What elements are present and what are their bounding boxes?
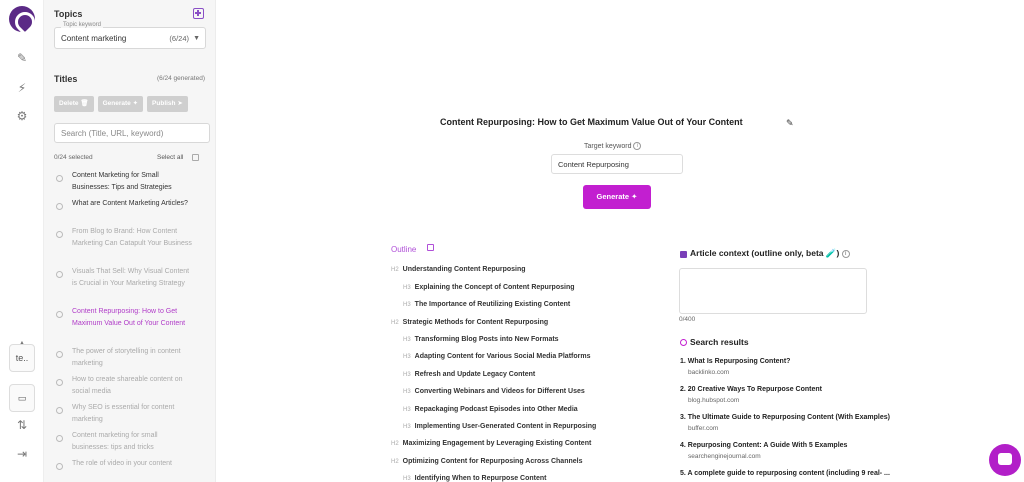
item-checkbox[interactable] [56,311,63,318]
lightning-icon[interactable]: ⚡ [14,80,30,96]
titles-search-input[interactable]: Search (Title, URL, keyword) [54,123,210,143]
topic-keyword-value: Content marketing [61,34,127,43]
target-keyword-input[interactable]: Content Repurposing [551,154,683,174]
titles-heading: Titles [54,74,78,84]
info-icon: i [841,249,850,258]
card-icon[interactable]: ▭ [9,384,35,412]
outline-item[interactable]: H2 Strategic Methods for Content Repurpos… [391,319,548,326]
logout-icon[interactable]: ⇥ [14,446,30,462]
item-checkbox[interactable] [56,435,63,442]
wand-icon: ✦ [132,100,139,107]
outline-list-icon[interactable] [427,244,434,251]
outline-item[interactable]: H3 The Importance of Reutilizing Existing… [403,301,570,308]
outline-item[interactable]: H2 Understanding Content Repurposing [391,266,526,273]
item-checkbox[interactable] [56,407,63,414]
context-char-count: 0/400 [679,316,696,323]
generate-button[interactable]: Generate ✦ [583,185,651,209]
context-icon [680,251,687,258]
article-context-heading: Article context (outline only, beta 🧪) i [690,248,850,259]
search-result-item[interactable]: 3. The Ultimate Guide to Repurposing Con… [680,414,920,432]
topic-keyword-label: Topic keyword [61,22,104,28]
outline-item[interactable]: H3 Explaining the Concept of Content Repu… [403,284,575,291]
magic-wand-icon: ✦ [631,192,638,201]
search-results-heading: Search results [690,337,749,347]
select-all-label[interactable]: Select all [157,154,183,161]
outline-item[interactable]: H2 Maximizing Engagement by Leveraging Ex… [391,440,591,447]
add-topic-icon[interactable] [193,8,204,19]
app-logo[interactable] [9,6,35,32]
edit-pencil-icon[interactable]: ✎ [786,118,794,129]
outline-item[interactable]: H3 Adapting Content for Various Social Me… [403,353,590,360]
search-result-item[interactable]: 2. 20 Creative Ways To Repurpose Content… [680,386,920,404]
chevron-down-icon: ▼ [193,35,200,42]
search-result-item[interactable]: 1. What Is Repurposing Content? backlinko… [680,358,920,376]
item-checkbox[interactable] [56,175,63,182]
outline-item[interactable]: H3 Implementing User-Generated Content in… [403,423,596,430]
outline-item[interactable]: H3 Refresh and Update Legacy Content [403,371,535,378]
topics-sidebar: Topics Topic keyword Content marketing (… [44,0,216,482]
titles-generated-count: (6/24 generated) [156,75,205,82]
delete-button[interactable]: Delete 🗑 [54,96,94,112]
article-context-textarea[interactable] [679,268,867,314]
outline-item[interactable]: H3 Converting Webinars and Videos for Dif… [403,388,585,395]
settings-icon[interactable]: ⚙ [14,108,30,124]
item-checkbox[interactable] [56,231,63,238]
outline-item[interactable]: H3 Repackaging Podcast Episodes into Othe… [403,406,578,413]
chat-support-button[interactable] [989,444,1021,476]
app-root: ✎ ⚡ ⚙ ▲ te.. ▭ ⇅ ⇥ Topics Topic keyword … [0,0,1024,482]
article-title: Content Repurposing: How to Get Maximum … [440,117,743,127]
selected-count: 0/24 selected [54,154,93,161]
trash-icon: 🗑 [80,100,89,107]
search-result-item[interactable]: 5. A complete guide to repurposing conte… [680,470,920,477]
item-checkbox[interactable] [56,203,63,210]
outline-item[interactable]: H3 Transforming Blog Posts into New Forma… [403,336,559,343]
sort-icon[interactable]: ⇅ [14,417,30,433]
search-result-item[interactable]: 4. Repurposing Content: A Guide With 5 E… [680,442,920,460]
generate-titles-button[interactable]: Generate ✦ [97,96,144,112]
info-icon: i [633,142,642,150]
topics-heading: Topics [54,9,83,19]
item-checkbox[interactable] [56,271,63,278]
topic-keyword-count: (6/24) [169,34,189,43]
search-icon [680,339,687,346]
outline-item[interactable]: H3 Identifying When to Repurpose Content [403,475,547,482]
outline-item[interactable]: H2 Optimizing Content for Repurposing Acr… [391,458,582,465]
select-all-checkbox[interactable] [192,154,199,161]
titles-action-bar: Delete 🗑 Generate ✦ Publish ➤ [54,96,188,112]
new-document-icon[interactable]: ✎ [14,50,30,66]
topic-keyword-select[interactable]: Topic keyword Content marketing (6/24) ▼ [54,22,206,49]
item-checkbox[interactable] [56,463,63,470]
left-rail: ✎ ⚡ ⚙ ▲ te.. ▭ ⇅ ⇥ [0,0,44,482]
item-checkbox[interactable] [56,379,63,386]
publish-button[interactable]: Publish ➤ [147,96,188,112]
outline-heading: Outline [391,245,417,254]
target-keyword-label: Target keyword i [584,142,642,150]
send-icon: ➤ [177,100,183,107]
workspace-switcher[interactable]: te.. [9,344,35,372]
item-checkbox[interactable] [56,351,63,358]
